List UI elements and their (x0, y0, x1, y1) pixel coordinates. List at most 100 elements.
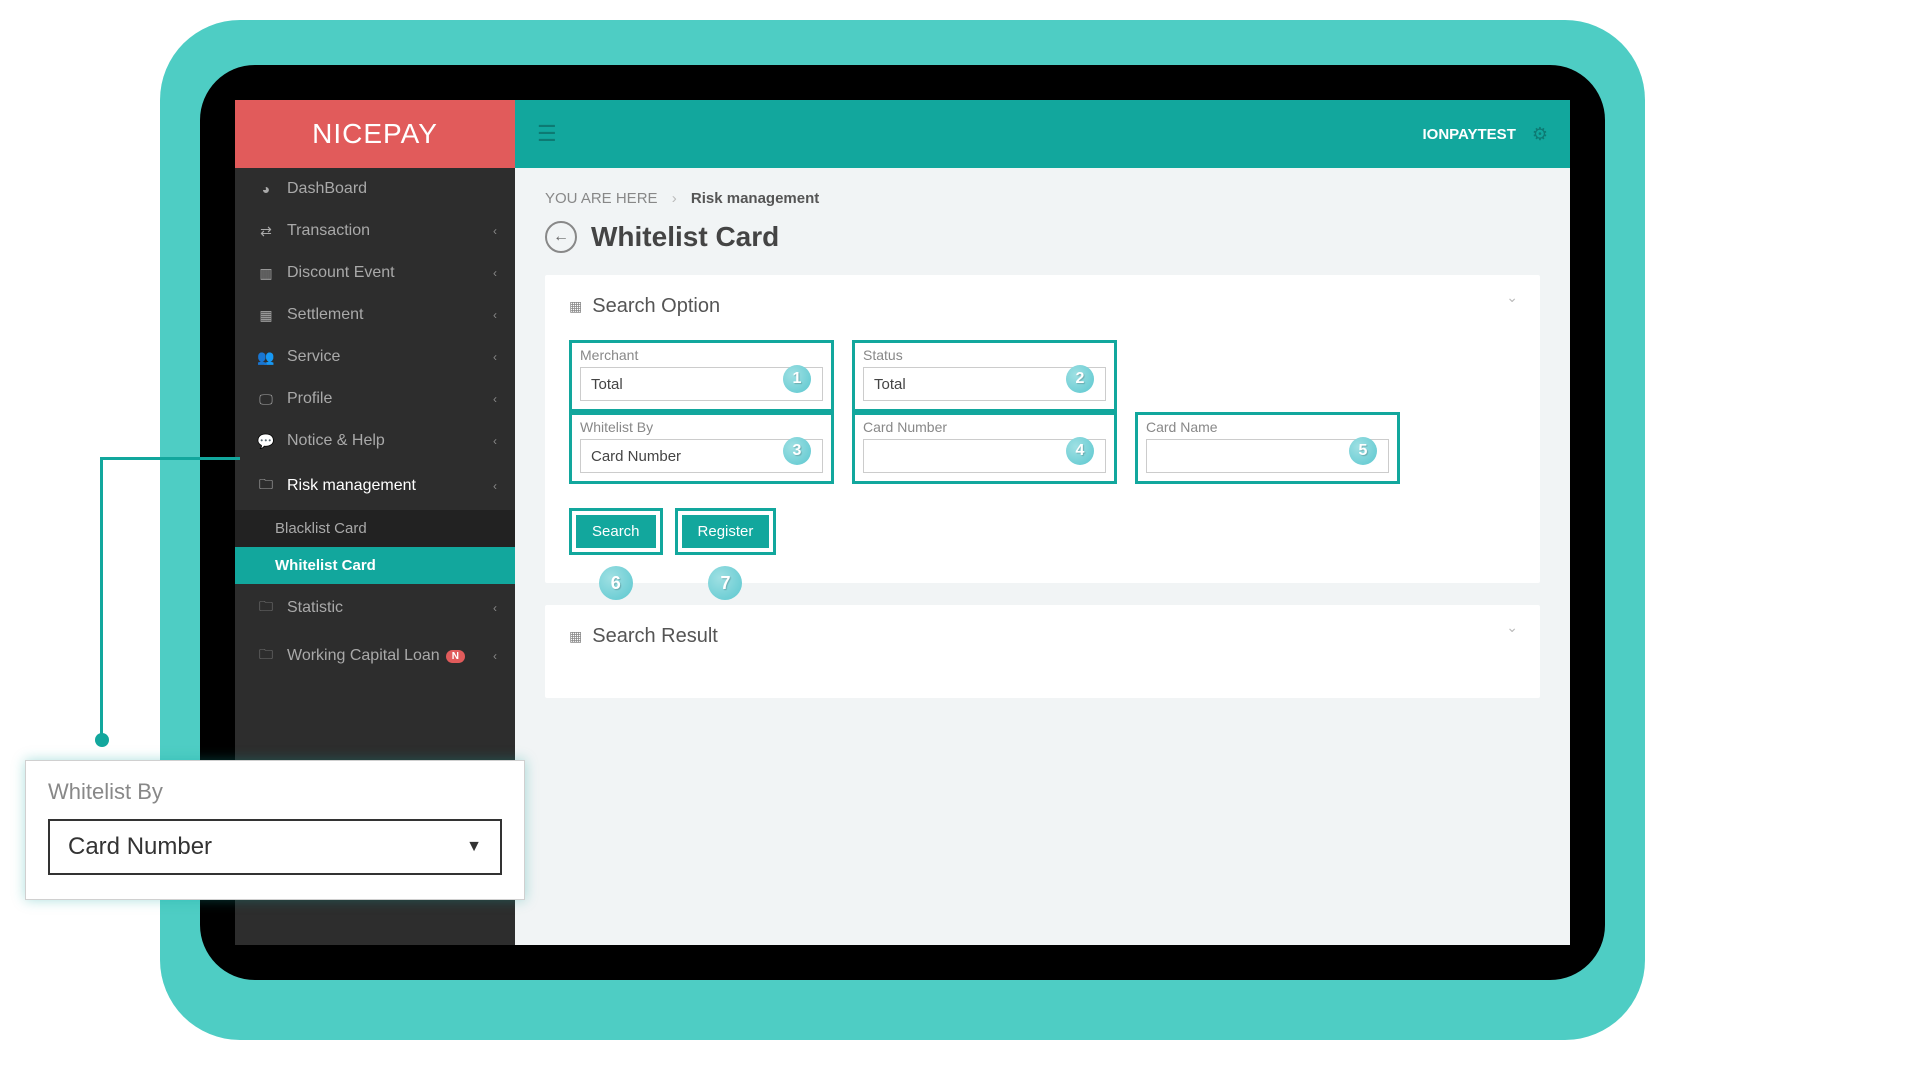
users-icon: 👥 (255, 349, 277, 366)
grid-icon: ▦ (569, 628, 582, 645)
user-label: IONPAYTEST (1423, 126, 1516, 143)
sidebar-item-transaction[interactable]: ⇄ Transaction ‹ (235, 210, 515, 252)
cardname-input[interactable] (1157, 440, 1378, 472)
chevron-left-icon: ‹ (493, 434, 497, 448)
page-title: Whitelist Card (591, 221, 779, 253)
topbar: ☰ IONPAYTEST ⚙ (515, 100, 1570, 168)
cardnumber-input[interactable] (874, 440, 1095, 472)
merchant-field-group: Merchant Total ▼ 1 (569, 340, 834, 412)
merchant-value: Total (591, 376, 623, 393)
register-button[interactable]: Register (682, 515, 770, 548)
callout-connector-dot (95, 733, 109, 747)
folder-icon: 🗀 (255, 474, 277, 498)
sidebar-subitem-label: Whitelist Card (275, 557, 376, 574)
annotation-badge-6: 6 (599, 566, 633, 600)
breadcrumb: YOU ARE HERE › Risk management (545, 190, 1540, 207)
cardname-label: Card Name (1146, 419, 1389, 435)
annotation-badge-3: 3 (783, 437, 811, 465)
cardnumber-field-group: Card Number 4 (852, 412, 1117, 484)
register-button-box: Register 7 (675, 508, 777, 555)
breadcrumb-prefix: YOU ARE HERE (545, 190, 658, 207)
collapse-icon[interactable]: ⌄ (1506, 289, 1518, 306)
annotation-badge-4: 4 (1066, 437, 1094, 465)
callout-connector (100, 457, 240, 740)
chevron-left-icon: ‹ (493, 479, 497, 493)
sidebar-item-notice[interactable]: 💬 Notice & Help ‹ (235, 420, 515, 462)
whitelistby-value: Card Number (591, 448, 681, 465)
chat-icon: 💬 (255, 433, 277, 450)
calendar-icon: ▦ (255, 307, 277, 324)
hamburger-icon[interactable]: ☰ (537, 121, 557, 147)
whitelistby-label: Whitelist By (580, 419, 823, 435)
content: YOU ARE HERE › Risk management ← Whiteli… (515, 168, 1570, 742)
panel-title: Search Option (592, 295, 720, 318)
sidebar-item-discount[interactable]: ▥ Discount Event ‹ (235, 252, 515, 294)
annotation-badge-5: 5 (1349, 437, 1377, 465)
sidebar-item-label: Statistic (287, 599, 343, 617)
callout-select[interactable]: Card Number ▼ (48, 819, 502, 875)
panel-header: ▦ Search Result (569, 625, 1516, 648)
panel-header: ▦ Search Option (569, 295, 1516, 318)
status-label: Status (863, 347, 1106, 363)
callout-value: Card Number (68, 833, 212, 861)
sidebar-item-label: Service (287, 348, 340, 366)
chevron-left-icon: ‹ (493, 350, 497, 364)
caret-down-icon: ▼ (466, 838, 482, 856)
sidebar-item-risk[interactable]: 🗀 Risk management ‹ (235, 462, 515, 510)
chevron-left-icon: ‹ (493, 308, 497, 322)
sidebar-item-dashboard[interactable]: ◕ DashBoard (235, 168, 515, 210)
sidebar-item-label: Discount Event (287, 264, 395, 282)
sidebar-item-profile[interactable]: 🖵 Profile ‹ (235, 378, 515, 420)
arrow-left-icon: ← (553, 228, 569, 246)
status-field-group: Status Total ▼ 2 (852, 340, 1117, 412)
grid-icon: ▦ (569, 298, 582, 315)
back-button[interactable]: ← (545, 221, 577, 253)
annotation-badge-1: 1 (783, 365, 811, 393)
main-area: ☰ IONPAYTEST ⚙ YOU ARE HERE › Risk manag… (515, 100, 1570, 945)
chevron-left-icon: ‹ (493, 392, 497, 406)
sidebar-subitem-blacklist[interactable]: Blacklist Card (235, 510, 515, 547)
annotation-badge-2: 2 (1066, 365, 1094, 393)
bars-icon: ▥ (255, 265, 277, 282)
chevron-left-icon: ‹ (493, 224, 497, 238)
sidebar-item-service[interactable]: 👥 Service ‹ (235, 336, 515, 378)
sidebar-item-label: DashBoard (287, 180, 367, 198)
annotation-badge-7: 7 (708, 566, 742, 600)
folder-icon: 🗀 (255, 596, 277, 620)
sidebar-item-label: Notice & Help (287, 432, 385, 450)
search-button-box: Search 6 (569, 508, 663, 555)
cardname-field-group: Card Name 5 (1135, 412, 1400, 484)
brand-logo: NICEPAY (235, 100, 515, 168)
sidebar-item-label: Transaction (287, 222, 370, 240)
monitor-icon: 🖵 (255, 391, 277, 408)
chevron-right-icon: › (672, 190, 677, 207)
sidebar-subitem-label: Blacklist Card (275, 520, 367, 537)
sidebar-item-label: Working Capital Loan (287, 647, 440, 665)
search-button[interactable]: Search (576, 515, 656, 548)
dashboard-icon: ◕ (255, 181, 277, 197)
sidebar-item-settlement[interactable]: ▦ Settlement ‹ (235, 294, 515, 336)
status-value: Total (874, 376, 906, 393)
callout-detail-box: Whitelist By Card Number ▼ (25, 760, 525, 900)
sidebar-item-label: Profile (287, 390, 332, 408)
whitelistby-field-group: Whitelist By Card Number ▼ 3 (569, 412, 834, 484)
callout-label: Whitelist By (48, 779, 502, 805)
chevron-left-icon: ‹ (493, 601, 497, 615)
panel-title: Search Result (592, 625, 718, 648)
page-title-row: ← Whitelist Card (545, 221, 1540, 253)
sidebar-subitem-whitelist[interactable]: Whitelist Card (235, 547, 515, 584)
chevron-left-icon: ‹ (493, 266, 497, 280)
gear-icon[interactable]: ⚙ (1532, 124, 1548, 145)
collapse-icon[interactable]: ⌄ (1506, 619, 1518, 636)
search-result-panel: ⌄ ▦ Search Result (545, 605, 1540, 698)
sidebar-item-label: Risk management (287, 477, 416, 495)
new-badge: N (446, 650, 465, 663)
sidebar-item-statistic[interactable]: 🗀 Statistic ‹ (235, 584, 515, 632)
search-option-panel: ⌄ ▦ Search Option Merchant Total (545, 275, 1540, 583)
sidebar-item-loan[interactable]: 🗀 Working Capital Loan N ‹ (235, 632, 515, 680)
folder-icon: 🗀 (255, 644, 277, 668)
exchange-icon: ⇄ (255, 223, 277, 240)
merchant-label: Merchant (580, 347, 823, 363)
breadcrumb-current: Risk management (691, 190, 819, 207)
sidebar-item-label: Settlement (287, 306, 363, 324)
